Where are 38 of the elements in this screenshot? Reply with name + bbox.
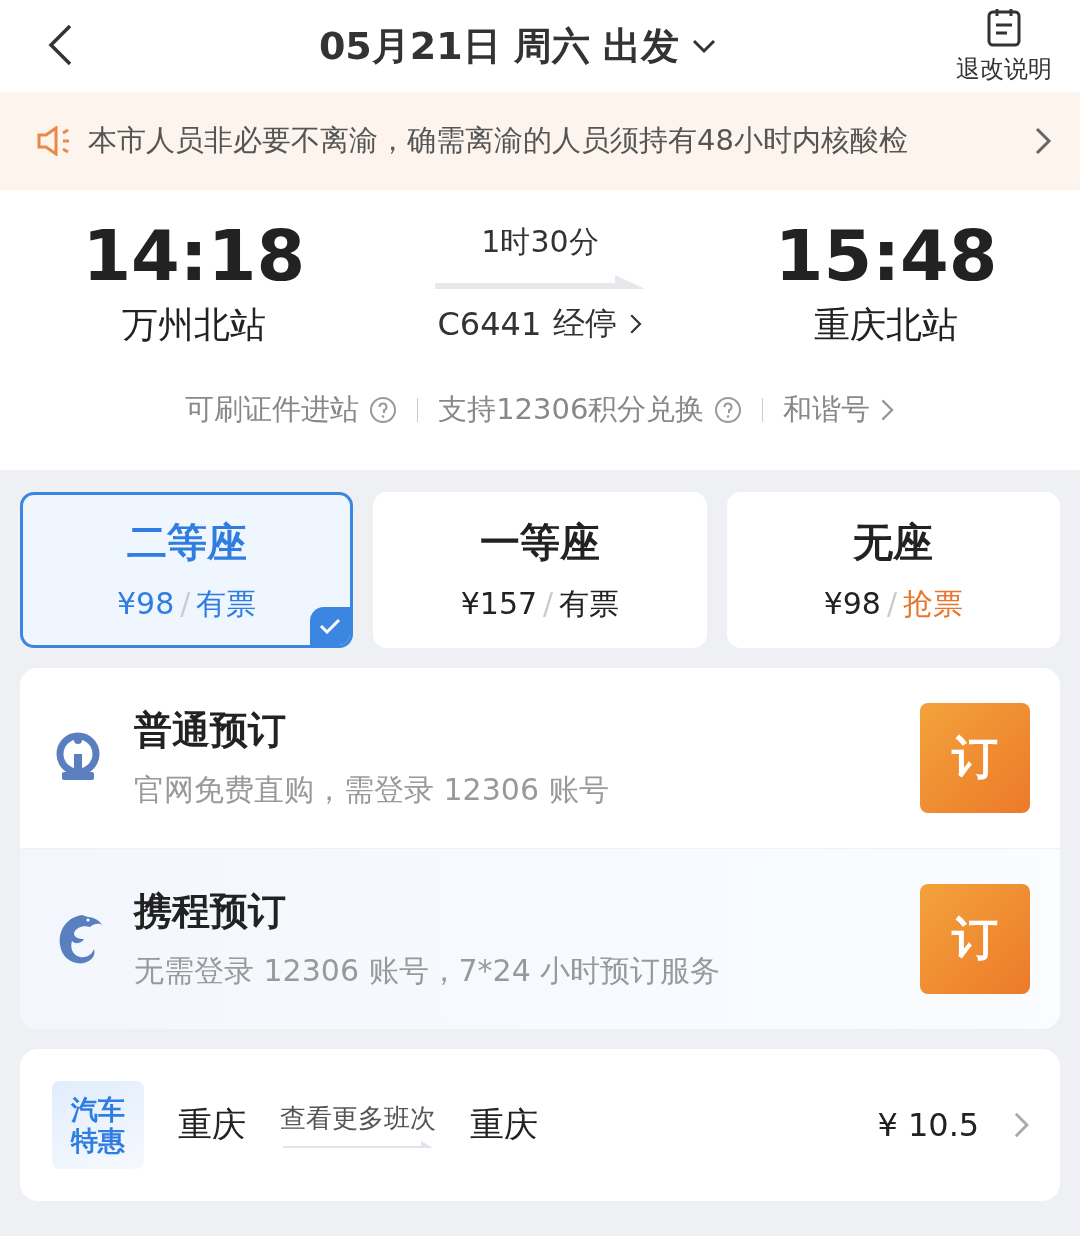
- chevron-right-icon: [629, 312, 643, 335]
- feature-link[interactable]: 和谐号: [783, 390, 895, 430]
- date-selector[interactable]: 05月21日 周六 出发: [80, 19, 956, 73]
- speaker-icon: [36, 126, 72, 156]
- departure-time: 14:18: [82, 218, 306, 295]
- help-icon: [369, 396, 398, 424]
- chevron-right-icon: [880, 398, 895, 422]
- duration: 1时30分: [481, 222, 599, 261]
- check-icon: [310, 607, 351, 645]
- feature-link[interactable]: 可刷证件进站: [185, 390, 398, 430]
- chevron-right-icon: [1013, 1111, 1030, 1139]
- booking-description: 无需登录 12306 账号，7*24 小时预订服务: [134, 952, 722, 990]
- arrival-time: 15:48: [774, 218, 998, 295]
- seat-class-option[interactable]: 一等座 ¥157 / 有票: [373, 492, 707, 648]
- booking-description: 官网免费直购，需登录 12306 账号: [134, 771, 610, 809]
- train-stops-link[interactable]: C6441 经停: [431, 300, 649, 347]
- notice-banner[interactable]: 本市人员非必要不离渝，确需离渝的人员须持有48小时内核酸检: [0, 92, 1080, 190]
- feature-link[interactable]: 支持12306积分兑换: [438, 390, 743, 430]
- booking-title: 普通预订: [134, 707, 287, 754]
- refund-policy-button[interactable]: 退改说明: [956, 7, 1052, 85]
- help-icon: [714, 396, 743, 424]
- dropdown-caret-icon: [691, 38, 718, 54]
- document-icon: [986, 7, 1022, 47]
- origin-city: 重庆: [178, 1103, 246, 1146]
- more-schedules-link[interactable]: 查看更多班次: [280, 1100, 436, 1150]
- arrival-station: 重庆北站: [814, 303, 959, 347]
- bus-price: ¥ 10.5: [877, 1106, 980, 1144]
- arrow-icon: [283, 1139, 433, 1150]
- departure-station: 万州北站: [121, 303, 266, 347]
- seat-class-option[interactable]: 二等座 ¥98 / 有票: [20, 492, 354, 648]
- destination-city: 重庆: [470, 1103, 538, 1146]
- bus-deal-badge: 汽车 特惠: [52, 1081, 144, 1169]
- chevron-right-icon: [1034, 126, 1052, 156]
- notice-text: 本市人员非必要不离渝，确需离渝的人员须持有48小时内核酸检: [88, 122, 909, 159]
- bus-offer-card[interactable]: 汽车 特惠 重庆 查看更多班次 重庆 ¥ 10.5: [20, 1049, 1060, 1201]
- booking-title: 携程预订: [134, 888, 287, 935]
- direction-arrow-icon: [435, 272, 645, 291]
- seat-class-option[interactable]: 无座 ¥98 / 抢票: [726, 492, 1060, 648]
